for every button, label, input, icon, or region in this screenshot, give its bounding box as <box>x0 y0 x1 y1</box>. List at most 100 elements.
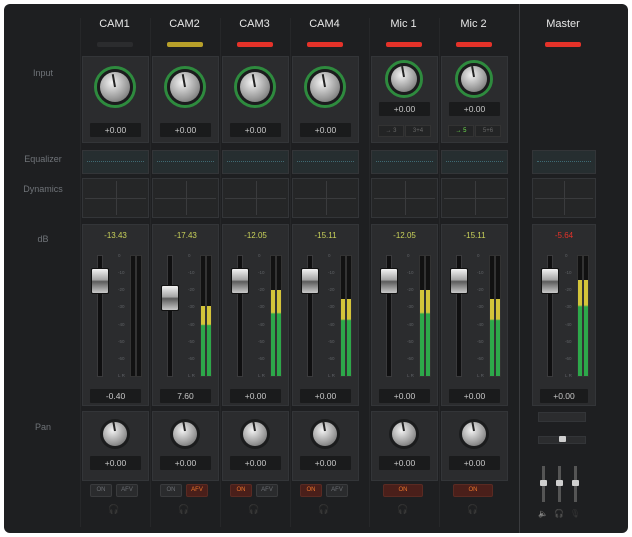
on-button[interactable]: ON <box>160 484 182 497</box>
pan-value[interactable]: +0.00 <box>449 456 500 470</box>
equalizer-button[interactable] <box>82 150 149 174</box>
master-equalizer-button[interactable] <box>532 150 596 174</box>
headphone-icon[interactable]: 🎧 <box>316 504 332 515</box>
dynamics-button[interactable] <box>292 178 359 218</box>
channel-name: Mic 2 <box>460 18 487 30</box>
afv-button[interactable]: AFV <box>116 484 138 497</box>
on-button[interactable]: ON <box>230 484 252 497</box>
channel-strip-cam1: CAM1 +0.00 -13.43 0 -10 -20 -30 -40 -50 -60 L R -0.… <box>80 4 149 533</box>
tally-light <box>96 42 133 47</box>
input-gain-value[interactable]: +0.00 <box>160 123 211 137</box>
channel-strip-cam4: CAM4 +0.00 -15.11 0 -10 -20 -30 -40 -50 -60 L R +0.… <box>290 4 359 533</box>
equalizer-button[interactable] <box>441 150 508 174</box>
dynamics-button[interactable] <box>441 178 508 218</box>
meter-tick: -10 <box>565 270 572 276</box>
route-button-b[interactable]: 3+4 <box>405 125 431 137</box>
pan-value[interactable]: +0.00 <box>90 456 141 470</box>
afv-button[interactable]: AFV <box>326 484 348 497</box>
meter-tick: -30 <box>188 304 195 310</box>
balance-handle[interactable] <box>559 436 566 442</box>
input-gain-knob[interactable] <box>391 66 417 92</box>
fader-value[interactable]: +0.00 <box>300 389 351 403</box>
equalizer-button[interactable] <box>152 150 219 174</box>
speaker-icon[interactable]: 🔈 <box>536 509 550 518</box>
equalizer-button[interactable] <box>292 150 359 174</box>
route-button-a[interactable]: → 3 <box>378 125 404 137</box>
headphone-icon[interactable]: 🎧 <box>395 504 411 515</box>
channel-strip-cam3: CAM3 +0.00 -12.05 0 -10 -20 -30 -40 -50 -60 L R +0.… <box>220 4 289 533</box>
route-button-b[interactable]: 5+6 <box>475 125 501 137</box>
pan-value[interactable]: +0.00 <box>379 456 430 470</box>
fader-value[interactable]: +0.00 <box>230 389 281 403</box>
channel-name: CAM3 <box>239 18 270 30</box>
meter-tick: -20 <box>188 287 195 293</box>
on-button[interactable]: ON <box>90 484 112 497</box>
input-gain-value[interactable]: +0.00 <box>379 102 430 116</box>
fader-track[interactable] <box>167 255 173 377</box>
dynamics-button[interactable] <box>371 178 438 218</box>
afv-button[interactable]: AFV <box>186 484 208 497</box>
on-button[interactable]: ON <box>300 484 322 497</box>
pan-value[interactable]: +0.00 <box>300 456 351 470</box>
equalizer-button[interactable] <box>222 150 289 174</box>
fader-value[interactable]: +0.00 <box>449 389 500 403</box>
master-balance-slider[interactable] <box>538 436 586 444</box>
fader-section: -12.05 0 -10 -20 -30 -40 -50 -60 L R +0.00 <box>222 224 289 406</box>
input-gain-knob[interactable] <box>100 72 130 102</box>
headphone-icon[interactable]: 🎧 <box>552 509 566 518</box>
input-gain-knob[interactable] <box>310 72 340 102</box>
meter-tick: 0 <box>258 253 261 258</box>
fader-value[interactable]: +0.00 <box>379 389 430 403</box>
fader-handle[interactable] <box>450 267 468 294</box>
peak-readout: -5.64 <box>554 231 574 240</box>
on-button[interactable]: ON <box>453 484 493 497</box>
level-meter <box>495 255 501 377</box>
meter-tick: -40 <box>407 321 414 327</box>
master-option-slot[interactable] <box>538 412 586 422</box>
input-gain-knob[interactable] <box>170 72 200 102</box>
input-gain-section: +0.00 → 3 3+4 <box>371 56 438 143</box>
equalizer-button[interactable] <box>371 150 438 174</box>
fader-handle[interactable] <box>91 267 109 294</box>
master-tally-light <box>545 42 581 47</box>
dynamics-button[interactable] <box>82 178 149 218</box>
route-button-a[interactable]: → 5 <box>448 125 474 137</box>
meter-tick: -40 <box>118 321 125 327</box>
fader-handle[interactable] <box>541 267 559 294</box>
fader-handle[interactable] <box>301 267 319 294</box>
meter-tick: -10 <box>118 270 125 276</box>
monitor-level-handle[interactable] <box>572 480 579 486</box>
pan-value[interactable]: +0.00 <box>230 456 281 470</box>
headphone-icon[interactable]: 🎧 <box>465 504 481 515</box>
master-dynamics-button[interactable] <box>532 178 596 218</box>
headphone-icon[interactable]: 🎧 <box>106 504 122 515</box>
fader-value[interactable]: -0.40 <box>90 389 141 403</box>
input-gain-value[interactable]: +0.00 <box>230 123 281 137</box>
meter-tick: -60 <box>328 355 335 361</box>
on-button[interactable]: ON <box>383 484 423 497</box>
fader-handle[interactable] <box>231 267 249 294</box>
dynamics-button[interactable] <box>152 178 219 218</box>
meter-tick: -10 <box>477 270 484 276</box>
fader-handle[interactable] <box>380 267 398 294</box>
eq-curve <box>446 161 503 162</box>
fader-handle[interactable] <box>161 284 179 311</box>
input-gain-value[interactable]: +0.00 <box>300 123 351 137</box>
mic-icon[interactable]: 🎙 <box>568 509 582 518</box>
input-gain-knob[interactable] <box>240 72 270 102</box>
monitor-level-handle[interactable] <box>556 480 563 486</box>
fader-value[interactable]: 7.60 <box>160 389 211 403</box>
afv-button[interactable]: AFV <box>256 484 278 497</box>
headphone-icon[interactable]: 🎧 <box>246 504 262 515</box>
monitor-level-handle[interactable] <box>540 480 547 486</box>
dynamics-button[interactable] <box>222 178 289 218</box>
headphone-icon[interactable]: 🎧 <box>176 504 192 515</box>
input-gain-value[interactable]: +0.00 <box>449 102 500 116</box>
fader-value[interactable]: +0.00 <box>540 389 588 403</box>
pan-value[interactable]: +0.00 <box>160 456 211 470</box>
input-gain-knob[interactable] <box>461 66 487 92</box>
input-gain-value[interactable]: +0.00 <box>90 123 141 137</box>
meter-tick: -30 <box>407 304 414 310</box>
master-separator <box>519 4 520 533</box>
pan-section: +0.00 <box>82 411 149 481</box>
